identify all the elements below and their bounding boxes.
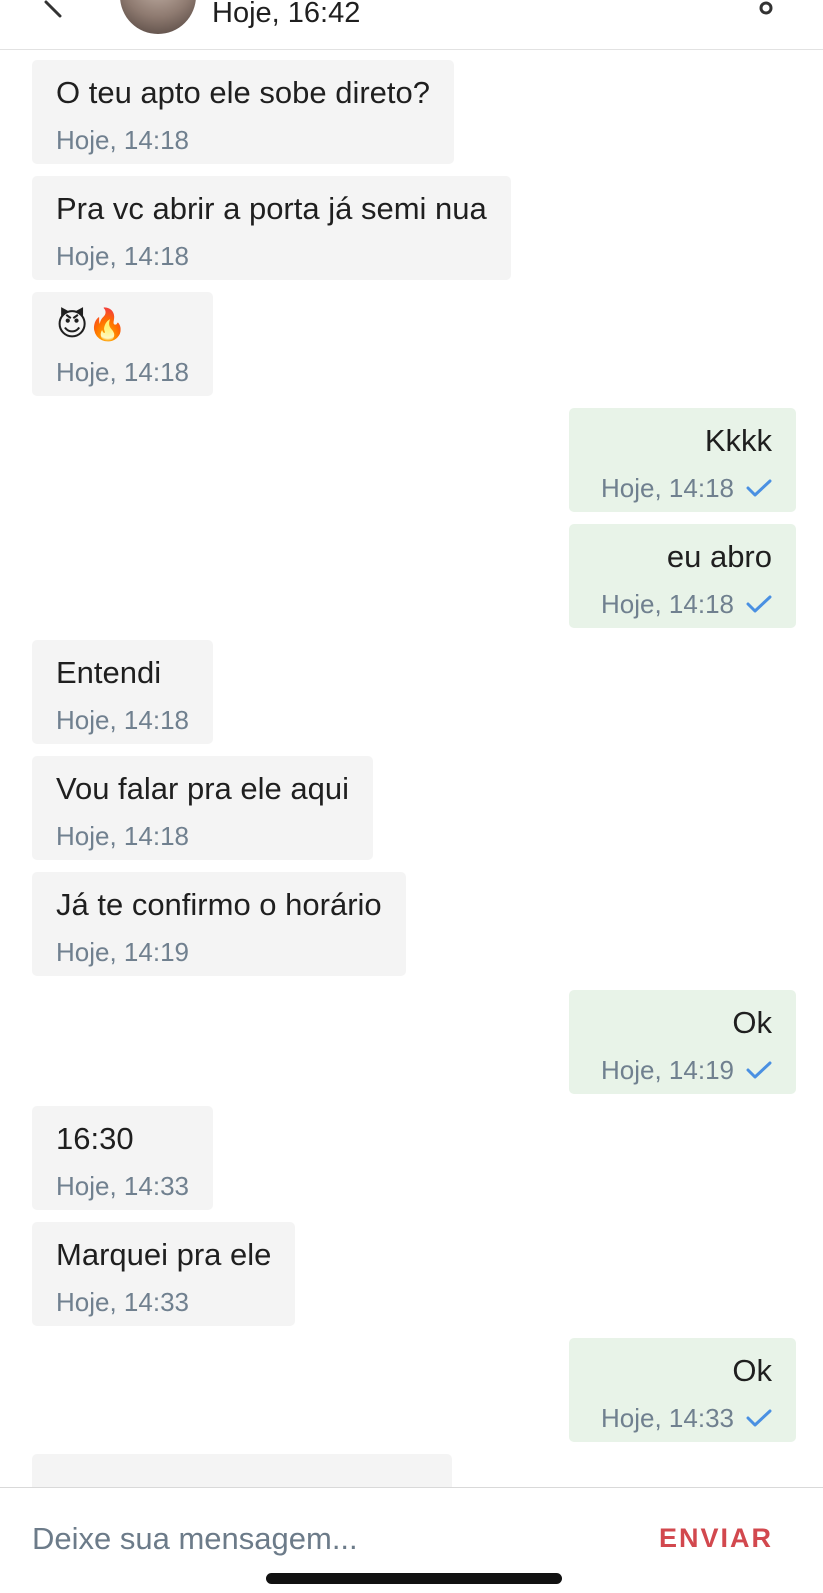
message-text: Entendi [56, 655, 162, 690]
message-text: 😈🔥 [56, 307, 127, 342]
outgoing-message[interactable]: eu abro Hoje, 14:18 [569, 524, 796, 628]
incoming-message[interactable]: Pra vc abrir a porta já semi nua Hoje, 1… [32, 176, 511, 280]
more-vertical-icon [759, 1, 773, 15]
incoming-message[interactable]: Entendi Hoje, 14:18 [32, 640, 213, 744]
message-input[interactable] [32, 1514, 592, 1564]
chat-screen: Hoje, 16:42 O teu apto ele sobe direto? … [0, 0, 823, 1593]
message-time: Hoje, 14:33 [56, 1171, 189, 1201]
more-options-button[interactable] [752, 0, 780, 22]
message-time: Hoje, 14:18 [56, 357, 189, 387]
message-time: Hoje, 14:33 [601, 1403, 734, 1433]
home-indicator[interactable] [266, 1573, 562, 1584]
check-icon [746, 595, 772, 613]
send-button[interactable]: ENVIAR [659, 1518, 773, 1558]
check-icon [746, 479, 772, 497]
message-list[interactable]: O teu apto ele sobe direto? Hoje, 14:18 … [0, 50, 823, 1487]
incoming-message[interactable]: Vou falar pra ele aqui Hoje, 14:18 [32, 756, 373, 860]
message-time: Hoje, 14:19 [56, 937, 189, 967]
back-button[interactable] [30, 0, 70, 24]
outgoing-message[interactable]: Ok Hoje, 14:33 [569, 1338, 796, 1442]
last-seen-status: Hoje, 16:42 [212, 0, 361, 29]
chat-header: Hoje, 16:42 [0, 0, 823, 50]
message-text: Já te confirmo o horário [56, 887, 382, 922]
incoming-message[interactable]: O teu apto ele sobe direto? Hoje, 14:18 [32, 60, 454, 164]
message-text: Vou falar pra ele aqui [56, 771, 349, 806]
message-text: Ok [732, 1005, 772, 1040]
incoming-message[interactable]: 😈🔥 Hoje, 14:18 [32, 292, 213, 396]
message-text: Marquei pra ele [56, 1237, 272, 1272]
outgoing-message[interactable]: Kkkk Hoje, 14:18 [569, 408, 796, 512]
message-text: Kkkk [704, 423, 772, 458]
chevron-left-icon [44, 0, 62, 18]
message-text: 16:30 [56, 1121, 134, 1156]
incoming-message[interactable]: Marquei pra ele Hoje, 14:33 [32, 1222, 296, 1326]
check-icon [746, 1409, 772, 1427]
message-time: Hoje, 14:18 [601, 473, 734, 503]
message-time: Hoje, 14:18 [601, 589, 734, 619]
message-text: Ok [732, 1353, 772, 1388]
check-icon [746, 1061, 772, 1079]
incoming-message[interactable]: Já te confirmo o horário Hoje, 14:19 [32, 872, 406, 976]
message-time: Hoje, 14:18 [56, 705, 189, 735]
message-text: O teu apto ele sobe direto? [56, 75, 430, 110]
incoming-message-partial[interactable] [32, 1454, 452, 1487]
message-time: Hoje, 14:18 [56, 821, 189, 851]
incoming-message[interactable]: 16:30 Hoje, 14:33 [32, 1106, 213, 1210]
message-time: Hoje, 14:33 [56, 1287, 189, 1317]
outgoing-message[interactable]: Ok Hoje, 14:19 [569, 990, 796, 1094]
message-time: Hoje, 14:18 [56, 125, 189, 155]
contact-avatar[interactable] [120, 0, 196, 34]
message-time: Hoje, 14:19 [601, 1055, 734, 1085]
message-time: Hoje, 14:18 [56, 241, 189, 271]
message-text: eu abro [666, 539, 772, 574]
message-text: Pra vc abrir a porta já semi nua [56, 191, 487, 226]
